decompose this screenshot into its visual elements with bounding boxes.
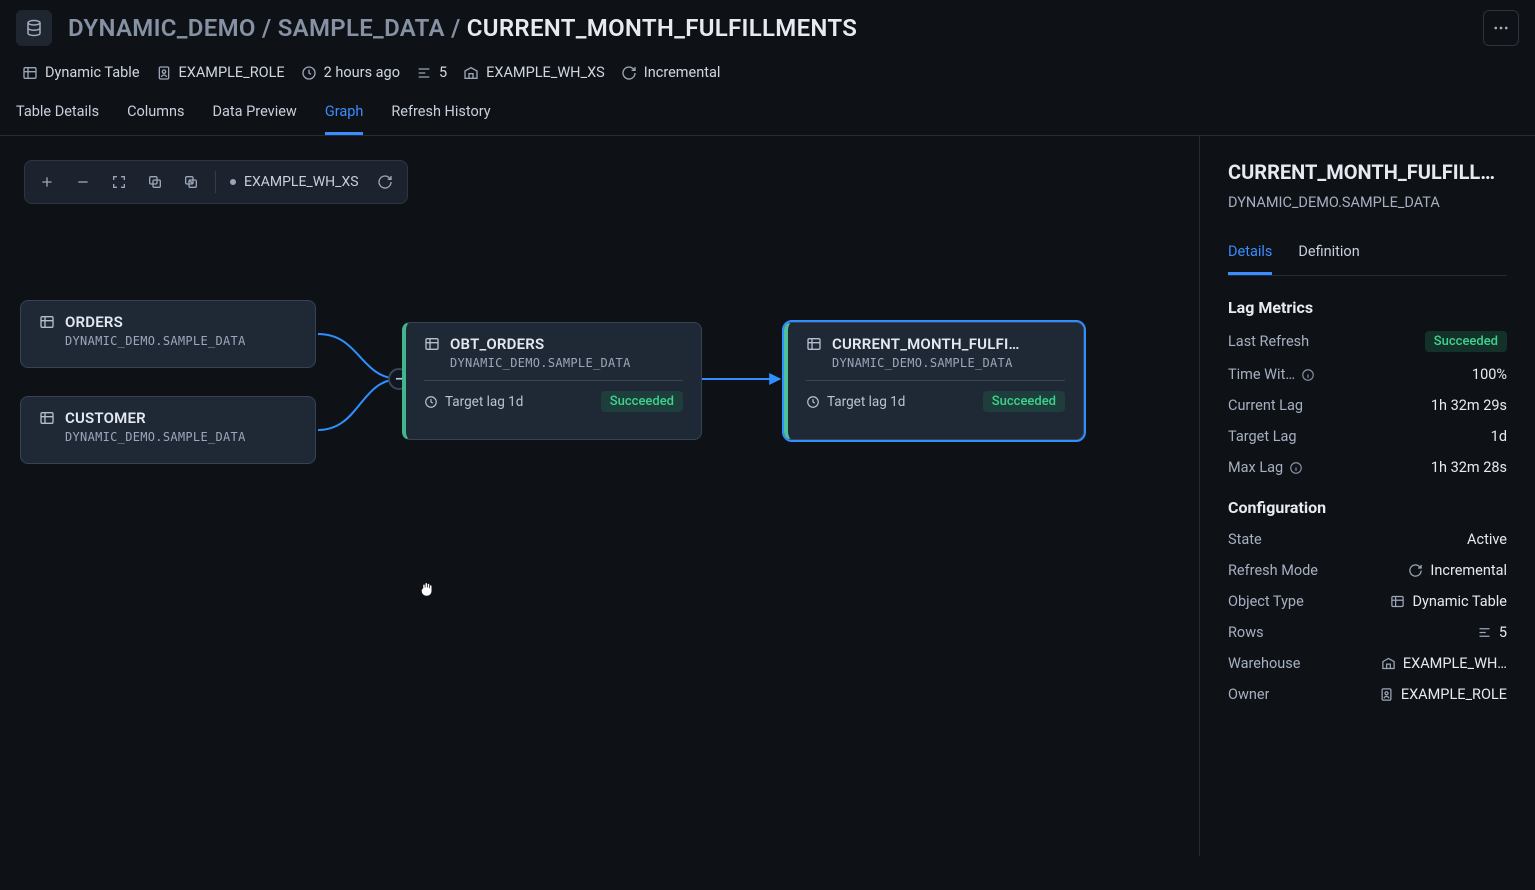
role-icon bbox=[1379, 687, 1394, 702]
meta-object-type: Dynamic Table bbox=[22, 64, 140, 81]
status-badge: Succeeded bbox=[983, 391, 1065, 412]
node-orders[interactable]: ORDERS DYNAMIC_DEMO.SAMPLE_DATA bbox=[20, 300, 316, 368]
dynamic-table-icon bbox=[806, 336, 822, 352]
panel-tabs: Details Definition bbox=[1228, 239, 1507, 276]
kv-object-type: Object Type Dynamic Table bbox=[1228, 593, 1507, 610]
meta-last-refresh: 2 hours ago bbox=[301, 64, 400, 81]
database-icon bbox=[16, 10, 52, 46]
section-lag-metrics: Lag Metrics bbox=[1228, 298, 1507, 317]
refresh-icon bbox=[621, 65, 637, 81]
dynamic-table-icon bbox=[22, 65, 38, 81]
rows-icon bbox=[1477, 625, 1492, 640]
main-tabs: Table Details Columns Data Preview Graph… bbox=[0, 81, 1535, 136]
meta-role: EXAMPLE_ROLE bbox=[156, 64, 285, 81]
table-icon bbox=[39, 410, 55, 426]
tab-table-details[interactable]: Table Details bbox=[16, 95, 99, 135]
node-target-lag: Target lag 1d bbox=[424, 394, 523, 410]
grab-cursor-icon bbox=[418, 580, 436, 598]
panel-tab-details[interactable]: Details bbox=[1228, 239, 1272, 275]
clock-icon bbox=[424, 395, 438, 409]
kv-rows: Rows 5 bbox=[1228, 624, 1507, 641]
meta-refresh-mode: Incremental bbox=[621, 64, 721, 81]
warehouse-icon bbox=[463, 65, 479, 81]
graph-canvas[interactable]: EXAMPLE_WH_XS ORDERS DYNAMIC_DEMO.S bbox=[0, 136, 1200, 856]
dynamic-table-icon bbox=[424, 336, 440, 352]
clock-icon bbox=[806, 395, 820, 409]
clock-icon bbox=[301, 65, 317, 81]
kv-state: State Active bbox=[1228, 531, 1507, 548]
breadcrumb-seg-object: CURRENT_MONTH_FULFILLMENTS bbox=[467, 14, 857, 42]
node-customer[interactable]: CUSTOMER DYNAMIC_DEMO.SAMPLE_DATA bbox=[20, 396, 316, 464]
node-title: CUSTOMER bbox=[65, 409, 146, 427]
node-path: DYNAMIC_DEMO.SAMPLE_DATA bbox=[450, 356, 683, 370]
kv-warehouse: Warehouse EXAMPLE_WH… bbox=[1228, 655, 1507, 672]
role-icon bbox=[156, 65, 172, 81]
node-title: OBT_ORDERS bbox=[450, 335, 544, 353]
kv-owner: Owner EXAMPLE_ROLE bbox=[1228, 686, 1507, 703]
kv-time-within: Time Wit… 100% bbox=[1228, 366, 1507, 383]
node-title: ORDERS bbox=[65, 313, 123, 331]
panel-title: CURRENT_MONTH_FULFILLME… bbox=[1228, 160, 1507, 184]
tab-graph[interactable]: Graph bbox=[325, 95, 364, 135]
panel-subtitle: DYNAMIC_DEMO.SAMPLE_DATA bbox=[1228, 194, 1507, 211]
kv-target-lag: Target Lag 1d bbox=[1228, 428, 1507, 445]
node-obt-orders[interactable]: OBT_ORDERS DYNAMIC_DEMO.SAMPLE_DATA Targ… bbox=[402, 322, 702, 440]
side-panel: CURRENT_MONTH_FULFILLME… DYNAMIC_DEMO.SA… bbox=[1200, 136, 1535, 856]
meta-rows: 5 bbox=[416, 64, 447, 81]
table-icon bbox=[39, 314, 55, 330]
more-actions-button[interactable] bbox=[1483, 10, 1519, 46]
breadcrumb-seg-db[interactable]: DYNAMIC_DEMO bbox=[68, 14, 256, 42]
tab-refresh-history[interactable]: Refresh History bbox=[391, 95, 490, 135]
warehouse-icon bbox=[1381, 656, 1396, 671]
node-current-month-fulfillments[interactable]: CURRENT_MONTH_FULFI… DYNAMIC_DEMO.SAMPLE… bbox=[784, 322, 1084, 440]
breadcrumb-seg-schema[interactable]: SAMPLE_DATA bbox=[278, 14, 445, 42]
node-title: CURRENT_MONTH_FULFI… bbox=[832, 335, 1020, 353]
meta-strip: Dynamic Table EXAMPLE_ROLE 2 hours ago 5… bbox=[0, 46, 1535, 81]
info-icon[interactable] bbox=[1289, 461, 1303, 475]
breadcrumb[interactable]: DYNAMIC_DEMO / SAMPLE_DATA / CURRENT_MON… bbox=[68, 14, 1467, 42]
node-target-lag: Target lag 1d bbox=[806, 394, 905, 410]
rows-icon bbox=[416, 65, 432, 81]
node-path: DYNAMIC_DEMO.SAMPLE_DATA bbox=[65, 430, 297, 444]
status-badge: Succeeded bbox=[1425, 331, 1507, 352]
kv-refresh-mode: Refresh Mode Incremental bbox=[1228, 562, 1507, 579]
panel-tab-definition[interactable]: Definition bbox=[1298, 239, 1359, 275]
node-path: DYNAMIC_DEMO.SAMPLE_DATA bbox=[832, 356, 1065, 370]
tab-columns[interactable]: Columns bbox=[127, 95, 184, 135]
status-badge: Succeeded bbox=[601, 391, 683, 412]
refresh-icon bbox=[1408, 563, 1423, 578]
info-icon[interactable] bbox=[1301, 368, 1315, 382]
section-configuration: Configuration bbox=[1228, 498, 1507, 517]
tab-data-preview[interactable]: Data Preview bbox=[213, 95, 297, 135]
meta-warehouse: EXAMPLE_WH_XS bbox=[463, 64, 605, 81]
dynamic-table-icon bbox=[1390, 594, 1405, 609]
kv-last-refresh: Last Refresh Succeeded bbox=[1228, 331, 1507, 352]
node-path: DYNAMIC_DEMO.SAMPLE_DATA bbox=[65, 334, 297, 348]
kv-max-lag: Max Lag 1h 32m 28s bbox=[1228, 459, 1507, 476]
kv-current-lag: Current Lag 1h 32m 29s bbox=[1228, 397, 1507, 414]
